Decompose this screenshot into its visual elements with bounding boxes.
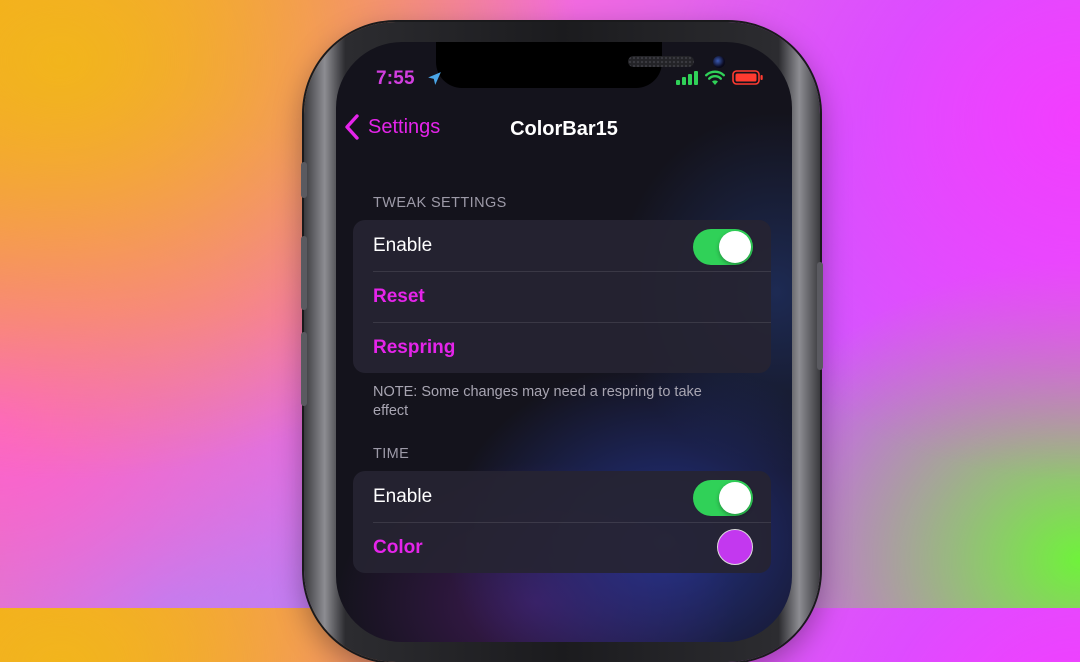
respring-note: NOTE: Some changes may need a respring t… bbox=[373, 384, 702, 419]
page-title: ColorBar15 bbox=[510, 118, 618, 140]
time-color-row[interactable]: Color bbox=[353, 522, 771, 573]
mute-switch bbox=[301, 162, 307, 198]
toggle-knob bbox=[719, 482, 751, 514]
reset-label: Reset bbox=[373, 285, 425, 307]
earpiece-speaker bbox=[628, 56, 694, 67]
volume-up-button bbox=[301, 236, 307, 310]
status-time: 7:55 bbox=[376, 68, 415, 89]
location-arrow-icon bbox=[428, 72, 441, 85]
section-header-time: TIME bbox=[373, 446, 410, 462]
time-enable-row: Enable bbox=[353, 471, 771, 522]
phone-screen: 7:55 Settings ColorBar15 TWEAK SETTINGS bbox=[336, 42, 792, 642]
time-color-label: Color bbox=[373, 536, 423, 558]
time-color-swatch[interactable] bbox=[717, 529, 753, 565]
cellular-signal-icon bbox=[676, 70, 698, 85]
notch bbox=[436, 42, 725, 88]
battery-low-icon bbox=[732, 70, 763, 85]
tweak-settings-group: Enable Reset Respring bbox=[353, 220, 771, 373]
time-group: Enable Color bbox=[353, 471, 771, 573]
front-camera bbox=[713, 56, 725, 68]
status-icons bbox=[676, 70, 764, 85]
tweak-enable-toggle[interactable] bbox=[693, 229, 753, 265]
reset-button[interactable]: Reset bbox=[353, 271, 771, 322]
respring-label: Respring bbox=[373, 336, 456, 358]
toggle-knob bbox=[719, 231, 751, 263]
volume-down-button bbox=[301, 332, 307, 406]
power-button bbox=[817, 262, 823, 370]
tweak-enable-row: Enable bbox=[353, 220, 771, 271]
time-enable-toggle[interactable] bbox=[693, 480, 753, 516]
tweak-enable-label: Enable bbox=[373, 234, 433, 256]
respring-button[interactable]: Respring bbox=[353, 322, 771, 373]
section-header-tweak-settings: TWEAK SETTINGS bbox=[373, 195, 507, 211]
wifi-icon bbox=[705, 70, 725, 85]
time-enable-label: Enable bbox=[373, 485, 433, 507]
